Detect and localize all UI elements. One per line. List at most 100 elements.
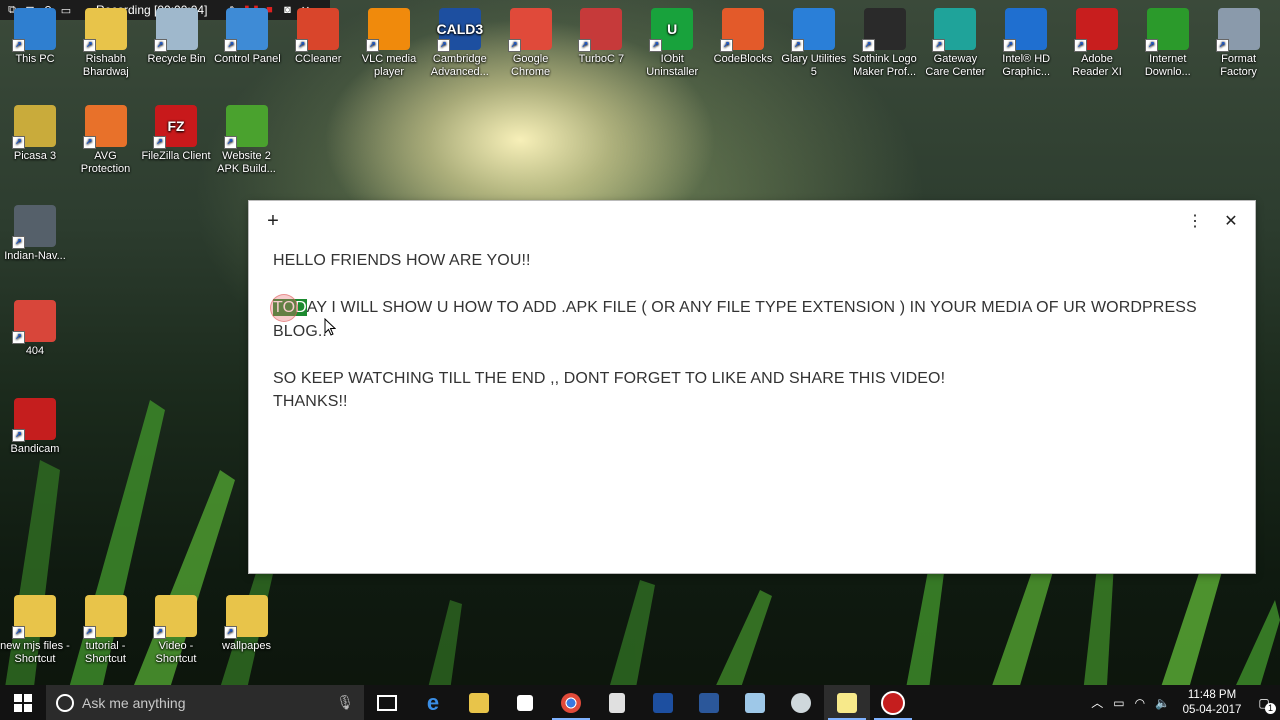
taskbar: Ask me anything 🎙 e ︿ ▭ ◠ 🔈 11:48 PM 05-… [0, 685, 1280, 720]
shortcut-arrow-icon: ↗ [295, 39, 309, 52]
task-view-button[interactable] [364, 685, 410, 720]
desktop-icon-14[interactable]: ↗ Intel® HD Graphic... [991, 8, 1061, 79]
desktop-icon-bottom-0-icon: ↗ [12, 595, 56, 639]
chevron-up-icon[interactable]: ︿ [1091, 694, 1103, 711]
desktop-icon-16[interactable]: ↗ Internet Downlo... [1133, 8, 1203, 79]
note-line-thanks: THANKS!! [273, 393, 348, 410]
shortcut-arrow-icon: ↗ [12, 236, 25, 249]
desktop-icon-17[interactable]: ↗ Format Factory [1204, 8, 1274, 79]
desktop-icon-6-icon: CALD3 ↗ [436, 8, 483, 52]
sticky-note-window[interactable]: + ⋮ ✕ HELLO FRIENDS HOW ARE YOU!! TODAY … [249, 201, 1255, 573]
desktop-icon-11[interactable]: ↗ Glary Utilities 5 [779, 8, 849, 79]
desktop-icon-label: Adobe Reader XI [1072, 53, 1122, 78]
shortcut-arrow-icon: ↗ [720, 39, 733, 52]
desktop-icon-bottom-2[interactable]: ↗ Video - Shortcut [141, 595, 211, 666]
bandicam-icon [881, 690, 905, 715]
desktop-icon-13[interactable]: ↗ Gateway Care Center [920, 8, 990, 79]
system-tray: ︿ ▭ ◠ 🔈 11:48 PM 05-04-2017 ▢ 1 [1091, 685, 1280, 720]
clock-time: 11:48 PM [1187, 688, 1237, 701]
desktop-icon-3[interactable]: ↗ Control Panel [212, 8, 282, 66]
close-note-button[interactable]: ✕ [1219, 209, 1243, 233]
desktop-icon-label: CCleaner [294, 53, 342, 65]
taskbar-cald3[interactable] [640, 685, 686, 720]
taskbar-chrome[interactable] [548, 685, 594, 720]
shortcut-arrow-icon: ↗ [153, 39, 167, 52]
desktop-icon-bottom-3-icon: ↗ [223, 595, 268, 639]
taskbar-edge[interactable]: e [410, 685, 456, 720]
desktop-icon-r2-0-icon: ↗ [12, 105, 56, 149]
shortcut-arrow-icon: ↗ [1003, 39, 1017, 52]
note-line-greeting: HELLO FRIENDS HOW ARE YOU!! [273, 252, 531, 269]
desktop-icon-col-2[interactable]: ↗ Bandicam [0, 398, 70, 456]
note-text-area[interactable]: HELLO FRIENDS HOW ARE YOU!! TODAY I WILL… [249, 241, 1255, 422]
taskbar-bandicam[interactable] [870, 685, 916, 720]
desktop-icon-r2-1[interactable]: ↗ AVG Protection [71, 105, 141, 176]
desktop-icon-12[interactable]: ↗ Sothink Logo Maker Prof... [850, 8, 920, 79]
desktop-icon-bottom-3[interactable]: ↗ wallpapes [212, 595, 282, 653]
desktop-icon-label: Bandicam [10, 443, 60, 455]
desktop-icon-label: Indian-Nav... [4, 250, 66, 262]
desktop-icon-15[interactable]: ↗ Adobe Reader XI [1062, 8, 1132, 79]
desktop-icon-col-1[interactable]: ↗ 404 [0, 300, 70, 358]
desktop-icon-r2-2[interactable]: FZ ↗ FileZilla Client [141, 105, 211, 163]
taskbar-calculator[interactable] [594, 685, 640, 720]
add-note-button[interactable]: + [261, 209, 285, 233]
taskbar-sticky-notes[interactable] [824, 685, 870, 720]
shortcut-arrow-icon: ↗ [12, 429, 25, 442]
paint-icon [791, 692, 811, 713]
edge-icon: e [426, 689, 440, 715]
volume-icon[interactable]: 🔈 [1155, 696, 1170, 710]
desktop-icon-0-icon: ↗ [12, 8, 56, 52]
microphone-icon[interactable]: 🎙 [336, 694, 354, 711]
cortana-search-box[interactable]: Ask me anything 🎙 [46, 685, 364, 720]
taskbar-paint[interactable] [778, 685, 824, 720]
desktop-icon-9[interactable]: U ↗ IObit Uninstaller [637, 8, 707, 79]
taskbar-app-blue[interactable] [732, 685, 778, 720]
shortcut-arrow-icon: ↗ [153, 626, 166, 639]
desktop-icon-7[interactable]: ↗ Google Chrome [496, 8, 566, 79]
desktop-icon-5[interactable]: ↗ VLC media player [354, 8, 424, 79]
desktop-icon-1-icon: ↗ [82, 8, 127, 52]
start-button[interactable] [0, 685, 46, 720]
taskbar-file-explorer[interactable] [456, 685, 502, 720]
desktop-icon-4[interactable]: ↗ CCleaner [283, 8, 353, 66]
desktop-icon-10-icon: ↗ [720, 8, 764, 52]
shortcut-arrow-icon: ↗ [12, 626, 25, 639]
shortcut-arrow-icon: ↗ [82, 136, 96, 149]
wifi-icon[interactable]: ◠ [1135, 696, 1145, 710]
desktop-icon-label: Website 2 APK Build... [217, 150, 276, 175]
shortcut-arrow-icon: ↗ [1215, 39, 1229, 52]
search-placeholder: Ask me anything [82, 694, 186, 711]
notification-center-icon[interactable]: ▢ 1 [1254, 696, 1276, 714]
clock-date: 05-04-2017 [1182, 703, 1242, 716]
desktop-icon-label: Recycle Bin [147, 53, 206, 65]
desktop-icon-2[interactable]: ↗ Recycle Bin [142, 8, 212, 66]
menu-button[interactable]: ⋮ [1183, 209, 1207, 233]
desktop-icon-8[interactable]: ↗ TurboC 7 [566, 8, 636, 66]
desktop-icon-label: IObit Uninstaller [646, 53, 699, 78]
shortcut-arrow-icon: ↗ [932, 39, 946, 52]
desktop-icon-col-0-icon: ↗ [12, 205, 56, 249]
desktop-icon-bottom-1-icon: ↗ [82, 595, 127, 639]
desktop-icon-6[interactable]: CALD3 ↗ Cambridge Advanced... [425, 8, 495, 79]
taskbar-word[interactable] [686, 685, 732, 720]
shortcut-arrow-icon: ↗ [366, 39, 379, 52]
taskbar-store[interactable] [502, 685, 548, 720]
desktop-icon-15-icon: ↗ [1074, 8, 1118, 52]
desktop-icon-0[interactable]: ↗ This PC [0, 8, 70, 66]
desktop-icon-r2-3[interactable]: ↗ Website 2 APK Build... [212, 105, 282, 176]
desktop-icon-r2-3-icon: ↗ [223, 105, 268, 149]
desktop-icon-bottom-0[interactable]: ↗ new mjs files - Shortcut [0, 595, 70, 666]
desktop-icon-10[interactable]: ↗ CodeBlocks [708, 8, 778, 66]
desktop-icon-label: AVG Protection [80, 150, 131, 175]
clock[interactable]: 11:48 PM 05-04-2017 [1180, 688, 1244, 718]
battery-icon[interactable]: ▭ [1113, 696, 1124, 710]
desktop-icon-col-0[interactable]: ↗ Indian-Nav... [0, 205, 70, 263]
desktop-icon-bottom-1[interactable]: ↗ tutorial - Shortcut [71, 595, 141, 666]
shortcut-arrow-icon: ↗ [861, 39, 875, 52]
desktop-icon-1[interactable]: ↗ Rishabh Bhardwaj [71, 8, 141, 79]
desktop-icon-r2-0[interactable]: ↗ Picasa 3 [0, 105, 70, 163]
shortcut-arrow-icon: ↗ [578, 39, 592, 52]
desktop-icon-label: This PC [15, 53, 55, 65]
desktop-icon-label: 404 [25, 345, 45, 357]
